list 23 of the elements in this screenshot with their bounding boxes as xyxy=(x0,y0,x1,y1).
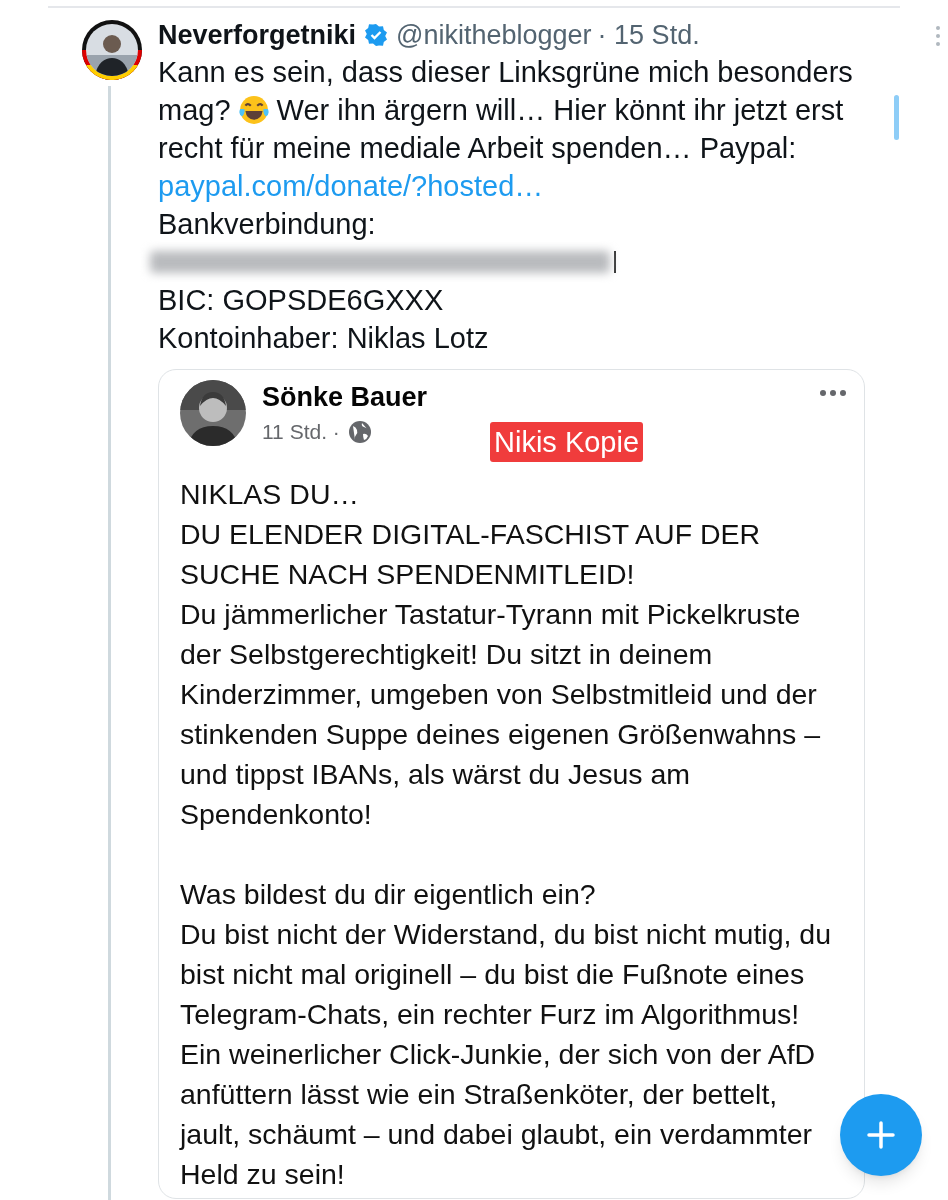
post-text: Bankverbindung: xyxy=(158,207,376,242)
post-text: Kontoinhaber: Niklas Lotz xyxy=(158,321,489,356)
scroll-indicator xyxy=(894,95,899,140)
post-text: BIC: GOPSDE6GXXX xyxy=(158,283,444,318)
post-time: · 15 Std. xyxy=(597,21,700,49)
post-text: recht für meine mediale Arbeit spenden… Paypal: xyxy=(158,131,797,166)
post-text: Was bildest du dir eigentlich ein? xyxy=(180,876,597,912)
author-name[interactable]: Sönke Bauer xyxy=(262,380,428,414)
post-text: Du bist nicht der Widerstand, du bist nicht mutig, du bist nicht mal originell – du bist die Fußnote eines Telegram-Chats, ein rechter Furz im Algorithmus! Ein weinerlicher Click-Junkie, der sich von der AfD anfüttern lässt wie ein Straßenköter, der bettelt, jault, schäumt – und dabei glaubt, ein verdammter Held zu sein! xyxy=(180,916,833,1192)
globe-icon xyxy=(347,419,372,444)
post-text: Wer ihn ärgern will… Hier könnt ihr jetzt erst xyxy=(276,93,844,128)
more-options-icon[interactable] xyxy=(820,390,846,396)
author-handle[interactable]: @nikitheblogger xyxy=(396,21,592,49)
post-text: Du jämmerlicher Tastatur-Tyrann mit Pickelkruste der Selbstgerechtigkeit! Du sitzt in deinem Kinderzimmer, umgeben von Selbstmitleid und der stinkenden Suppe deines eigenen Größenwahns – und tippst IBANs, als wärst du Jesus am Spendenkonto! xyxy=(180,596,822,832)
laughing-emoji-icon xyxy=(238,95,269,125)
post-text: DU ELENDER DIGITAL-FASCHIST AUF DER SUCHE NACH SPENDENMITLEID! xyxy=(180,516,762,592)
post-time: 11 Std. · xyxy=(262,419,340,445)
plus-icon xyxy=(866,1120,896,1150)
post-text: NIKLAS DU… xyxy=(180,476,360,512)
post-text: mag? xyxy=(158,93,231,128)
post-text: Kann es sein, dass dieser Linksgrüne mich besonders xyxy=(158,55,853,90)
author-name[interactable]: Neverforgetniki xyxy=(158,21,357,49)
copy-label: Nikis Kopie xyxy=(490,422,644,462)
